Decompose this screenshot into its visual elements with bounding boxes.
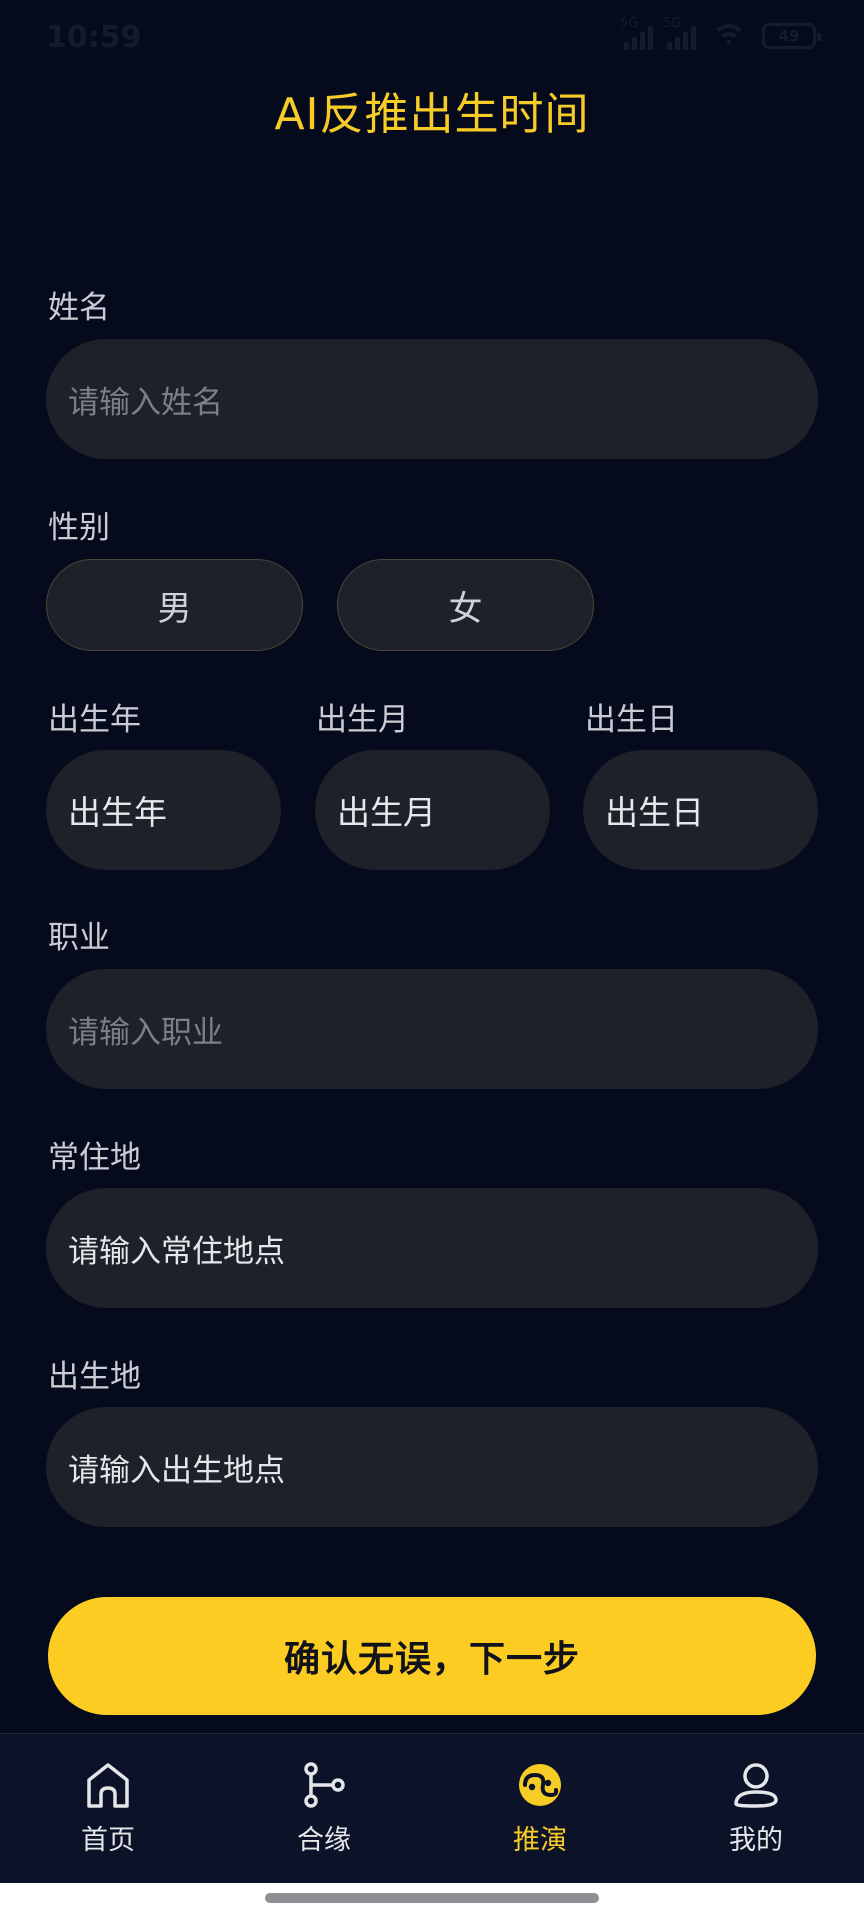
birthplace-label: 出生地 — [48, 1359, 141, 1395]
tab-match-label: 合缘 — [297, 1825, 351, 1856]
birth-month-value: 出生月 — [337, 793, 436, 832]
birth-year-select[interactable]: 出生年 — [46, 750, 281, 870]
birth-month-select[interactable]: 出生月 — [315, 750, 550, 870]
birth-day-label: 出生日 — [585, 702, 678, 738]
tab-deduce[interactable]: 推演 — [432, 1734, 648, 1884]
battery-icon: 49 — [762, 23, 821, 49]
tab-mine[interactable]: 我的 — [648, 1734, 864, 1884]
page-title: AI反推出生时间 — [274, 89, 590, 140]
tab-home-label: 首页 — [81, 1825, 135, 1856]
status-bar: 10:59 5G 5G 49 — [0, 0, 864, 80]
wifi-icon — [710, 22, 748, 50]
tab-match[interactable]: 合缘 — [216, 1734, 432, 1884]
tab-deduce-label: 推演 — [513, 1825, 567, 1856]
gender-male-button[interactable]: 男 — [46, 559, 303, 651]
gender-label: 性别 — [48, 510, 110, 546]
home-icon — [87, 1763, 129, 1808]
birthplace-value: 请输入出生地点 — [68, 1452, 285, 1489]
status-icons: 5G 5G 49 — [620, 16, 821, 50]
residence-select[interactable]: 请输入常住地点 — [46, 1188, 818, 1308]
home-indicator[interactable] — [265, 1893, 599, 1903]
birth-year-value: 出生年 — [68, 793, 167, 832]
tab-home[interactable]: 首页 — [0, 1734, 216, 1884]
status-time: 10:59 — [46, 20, 142, 55]
birth-day-value: 出生日 — [605, 793, 704, 832]
occupation-input[interactable]: 请输入职业 — [46, 969, 818, 1089]
network-type-label: 5G — [663, 16, 682, 31]
signal-icon: 5G — [663, 16, 696, 50]
birthplace-select[interactable]: 请输入出生地点 — [46, 1407, 818, 1527]
signal-icon: 5G — [620, 16, 653, 50]
birth-day-select[interactable]: 出生日 — [583, 750, 818, 870]
network-type-label: 5G — [620, 16, 639, 31]
battery-level: 49 — [778, 27, 800, 45]
bottom-tab-bar: 首页 合缘 推演 我的 — [0, 1733, 864, 1883]
birth-month-label: 出生月 — [316, 702, 409, 738]
residence-label: 常住地 — [48, 1140, 141, 1176]
occupation-label: 职业 — [48, 920, 110, 956]
gender-female-button[interactable]: 女 — [337, 559, 594, 651]
occupation-input-placeholder: 请输入职业 — [68, 1014, 223, 1051]
confirm-next-button[interactable]: 确认无误，下一步 — [48, 1597, 816, 1715]
user-icon — [734, 1763, 778, 1808]
name-input-placeholder: 请输入姓名 — [68, 384, 223, 421]
name-input[interactable]: 请输入姓名 — [46, 339, 818, 459]
branch-icon — [304, 1762, 345, 1808]
tab-mine-label: 我的 — [729, 1825, 783, 1856]
birth-year-label: 出生年 — [48, 702, 141, 738]
name-label: 姓名 — [48, 290, 110, 326]
residence-value: 请输入常住地点 — [68, 1233, 285, 1270]
yin-yang-icon — [519, 1764, 561, 1806]
